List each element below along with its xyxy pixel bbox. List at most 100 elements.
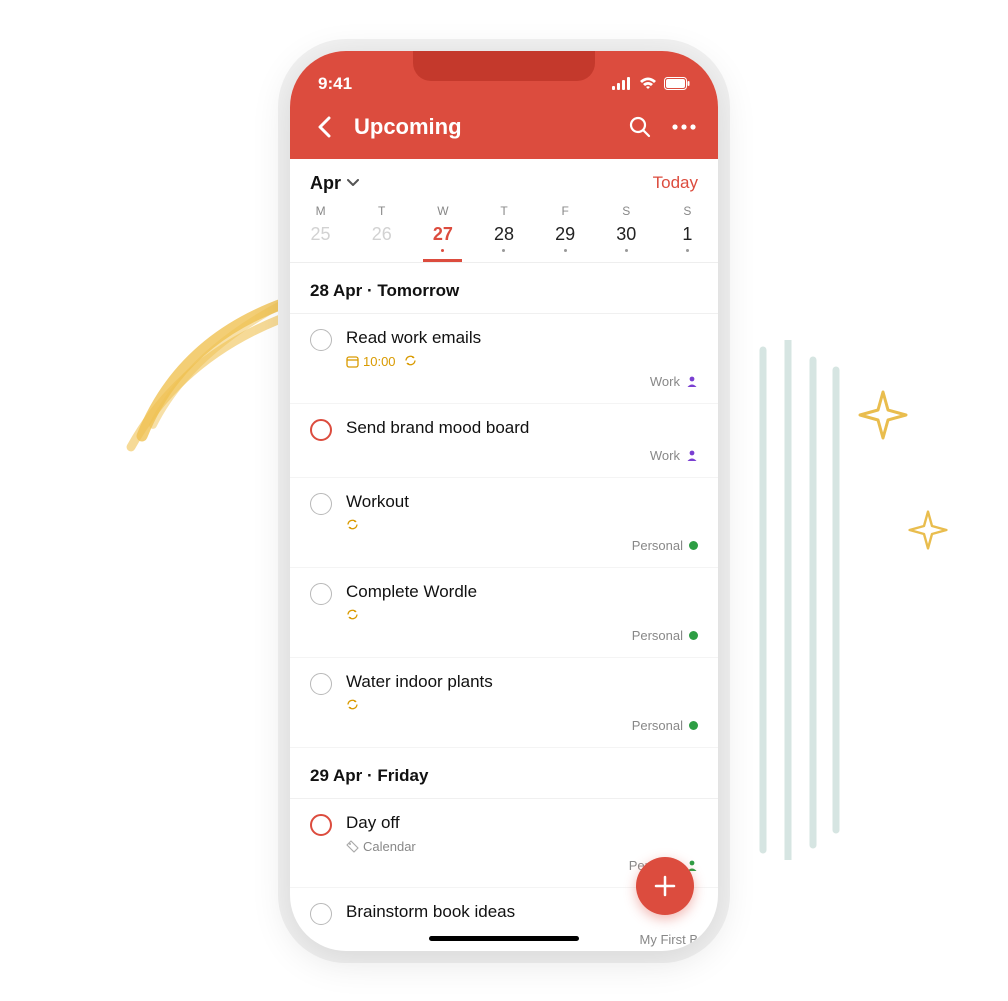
month-selector[interactable]: Apr [310,173,359,194]
task-project[interactable]: Personal [632,534,698,553]
search-icon [629,116,651,138]
task-body: Water indoor plants Personal [346,672,698,733]
day-number: 26 [351,224,412,245]
section-header: 28 Apr · Tomorrow [290,263,718,314]
recurring-icon [404,354,417,370]
task-checkbox[interactable] [310,814,332,836]
day-letter: M [290,204,351,218]
day-number: 27 [412,224,473,245]
decoration-teal-lines [748,340,848,860]
task-meta: Calendar [346,839,698,854]
task-checkbox[interactable] [310,419,332,441]
week-strip: M25T26W27T28F29S30S1 [290,200,718,263]
day-letter: S [596,204,657,218]
day-letter: W [412,204,473,218]
project-color-dot [689,631,698,640]
day-indicator-dot [564,249,567,252]
task-project[interactable]: Personal [632,714,698,733]
task-title: Workout [346,492,698,512]
nav-bar: Upcoming [290,99,718,159]
task-label: Calendar [346,839,416,854]
project-color-dot [689,541,698,550]
day-number: 25 [290,224,351,245]
search-button[interactable] [626,113,654,141]
recurring-icon [346,698,359,714]
month-label: Apr [310,173,341,194]
person-icon [686,449,698,461]
task-title: Send brand mood board [346,418,698,438]
decoration-sparkle [858,390,908,440]
task-meta [346,518,698,534]
day-letter: F [535,204,596,218]
task-title: Read work emails [346,328,698,348]
task-checkbox[interactable] [310,673,332,695]
task-row[interactable]: Complete Wordle Personal [290,568,718,658]
task-project[interactable]: My First B [640,928,699,947]
recurring-icon [346,518,359,534]
task-body: Send brand mood board Work [346,418,698,463]
day-number: 1 [657,224,718,245]
task-project[interactable]: Work [650,370,698,389]
task-project[interactable]: Personal [632,624,698,643]
day-letter: S [657,204,718,218]
person-icon [686,375,698,387]
day-number: 30 [596,224,657,245]
task-list[interactable]: 28 Apr · Tomorrow Read work emails 10:00 Wo… [290,263,718,951]
task-body: Complete Wordle Personal [346,582,698,643]
task-time: 10:00 [346,354,396,369]
plus-icon [652,873,678,899]
task-body: Read work emails 10:00 Work [346,328,698,389]
signal-icon [612,77,632,91]
task-title: Complete Wordle [346,582,698,602]
project-label: Personal [632,628,683,643]
task-checkbox[interactable] [310,329,332,351]
notch [413,51,595,81]
today-button[interactable]: Today [653,173,698,193]
phone-frame: 9:41 Upcoming Apr Today M25T2 [290,51,718,951]
day-number: 29 [535,224,596,245]
page-title: Upcoming [354,114,610,140]
day-column[interactable]: S 30 [596,200,657,262]
recurring-icon [346,608,359,624]
task-checkbox[interactable] [310,903,332,925]
decoration-sparkle [908,510,948,550]
project-label: Personal [632,538,683,553]
task-checkbox[interactable] [310,493,332,515]
day-indicator-dot [441,249,444,252]
day-indicator-dot [625,249,628,252]
calendar-header: Apr Today [290,159,718,200]
day-number: 28 [473,224,534,245]
project-label: Work [650,374,680,389]
home-indicator [429,936,579,941]
task-checkbox[interactable] [310,583,332,605]
task-row[interactable]: Read work emails 10:00 Work [290,314,718,404]
chevron-down-icon [347,179,359,187]
calendar-icon [346,355,359,368]
project-label: Work [650,448,680,463]
ellipsis-icon [672,124,696,130]
day-column[interactable]: M 25 [290,200,351,262]
more-button[interactable] [670,113,698,141]
task-meta [346,608,698,624]
chevron-left-icon [317,116,331,138]
task-title: Water indoor plants [346,672,698,692]
back-button[interactable] [310,113,338,141]
day-column[interactable]: W 27 [412,200,473,262]
day-indicator-dot [502,249,505,252]
task-project[interactable]: Work [650,444,698,463]
wifi-icon [639,77,657,90]
project-label: My First B [640,932,699,947]
day-column[interactable]: F 29 [535,200,596,262]
status-time: 9:41 [318,74,352,94]
day-column[interactable]: T 26 [351,200,412,262]
task-row[interactable]: Water indoor plants Personal [290,658,718,748]
task-body: Workout Personal [346,492,698,553]
tag-icon [346,840,359,853]
day-column[interactable]: S1 [657,200,718,262]
day-letter: T [351,204,412,218]
add-task-button[interactable] [636,857,694,915]
task-row[interactable]: Send brand mood board Work [290,404,718,478]
project-color-dot [689,721,698,730]
task-row[interactable]: Workout Personal [290,478,718,568]
day-column[interactable]: T28 [473,200,534,262]
